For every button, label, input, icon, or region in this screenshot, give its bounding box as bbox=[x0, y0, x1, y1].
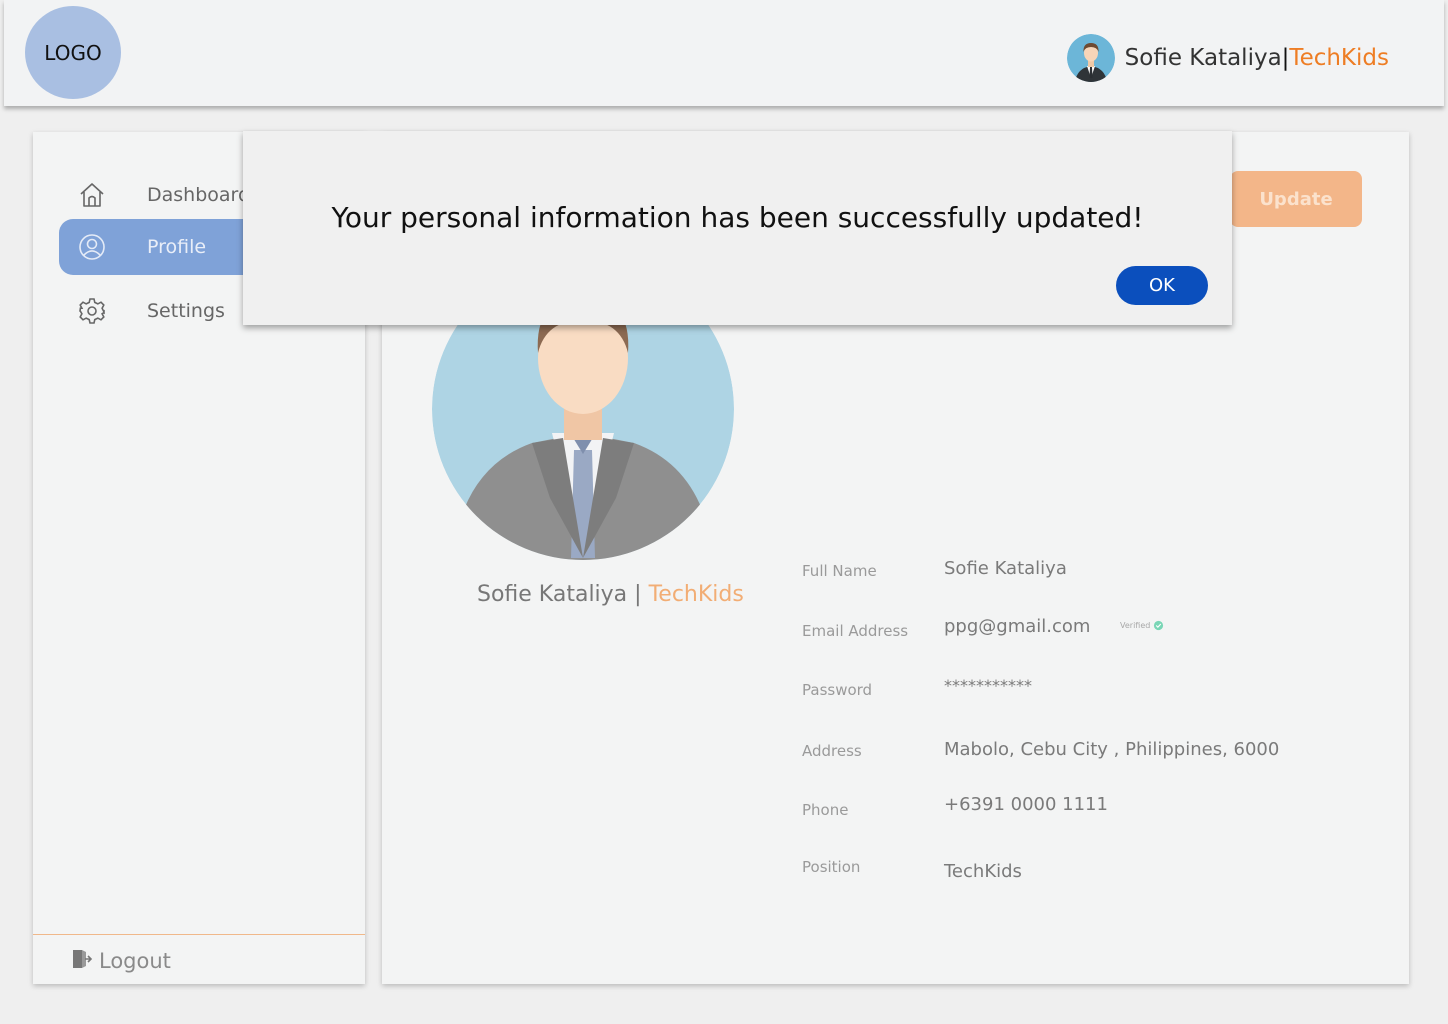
ok-button[interactable]: OK bbox=[1116, 266, 1208, 305]
position-value: TechKids bbox=[944, 861, 1022, 882]
avatar[interactable] bbox=[1066, 34, 1115, 82]
sidebar-item-label: Dashboard bbox=[147, 184, 251, 206]
success-dialog: Your personal information has been succe… bbox=[243, 131, 1232, 325]
email-label: Email Address bbox=[802, 622, 909, 640]
full-name-value: Sofie Kataliya bbox=[944, 558, 1067, 579]
profile-org: TechKids bbox=[648, 582, 744, 607]
verified-icon bbox=[1154, 620, 1164, 631]
profile-name: Sofie Kataliya | TechKids bbox=[477, 582, 744, 607]
logout-button[interactable]: Logout bbox=[71, 948, 171, 974]
dialog-message: Your personal information has been succe… bbox=[331, 201, 1144, 234]
address-value: Mabolo, Cebu City , Philippines, 6000 bbox=[944, 739, 1280, 760]
email-value: ppg@gmail.com bbox=[944, 616, 1091, 637]
logo-text: LOGO bbox=[44, 40, 102, 65]
gear-icon bbox=[75, 294, 109, 328]
position-label: Position bbox=[802, 858, 861, 876]
verified-badge: Verified bbox=[1120, 620, 1164, 631]
sidebar-item-label: Settings bbox=[147, 300, 225, 322]
address-label: Address bbox=[802, 742, 862, 760]
user-circle-icon bbox=[75, 230, 109, 264]
profile-name-text: Sofie Kataliya bbox=[477, 582, 628, 607]
logout-icon bbox=[71, 948, 93, 974]
name-separator: | bbox=[634, 582, 642, 607]
sidebar-item-label: Profile bbox=[147, 236, 207, 258]
update-button[interactable]: Update bbox=[1230, 171, 1362, 227]
top-header: LOGO Sofie Kataliya | TechKids bbox=[4, 0, 1444, 106]
verified-label: Verified bbox=[1120, 621, 1151, 630]
divider bbox=[33, 934, 365, 935]
password-label: Password bbox=[802, 681, 873, 699]
logout-label: Logout bbox=[99, 949, 171, 973]
home-icon bbox=[75, 178, 109, 212]
logo[interactable]: LOGO bbox=[25, 6, 121, 99]
user-name: Sofie Kataliya bbox=[1124, 45, 1282, 71]
phone-value: +6391 0000 1111 bbox=[944, 794, 1108, 815]
user-menu[interactable]: Sofie Kataliya | TechKids bbox=[1066, 34, 1389, 82]
user-org: TechKids bbox=[1289, 45, 1389, 71]
phone-label: Phone bbox=[802, 801, 849, 819]
password-value: *********** bbox=[944, 676, 1032, 695]
full-name-label: Full Name bbox=[802, 562, 877, 580]
